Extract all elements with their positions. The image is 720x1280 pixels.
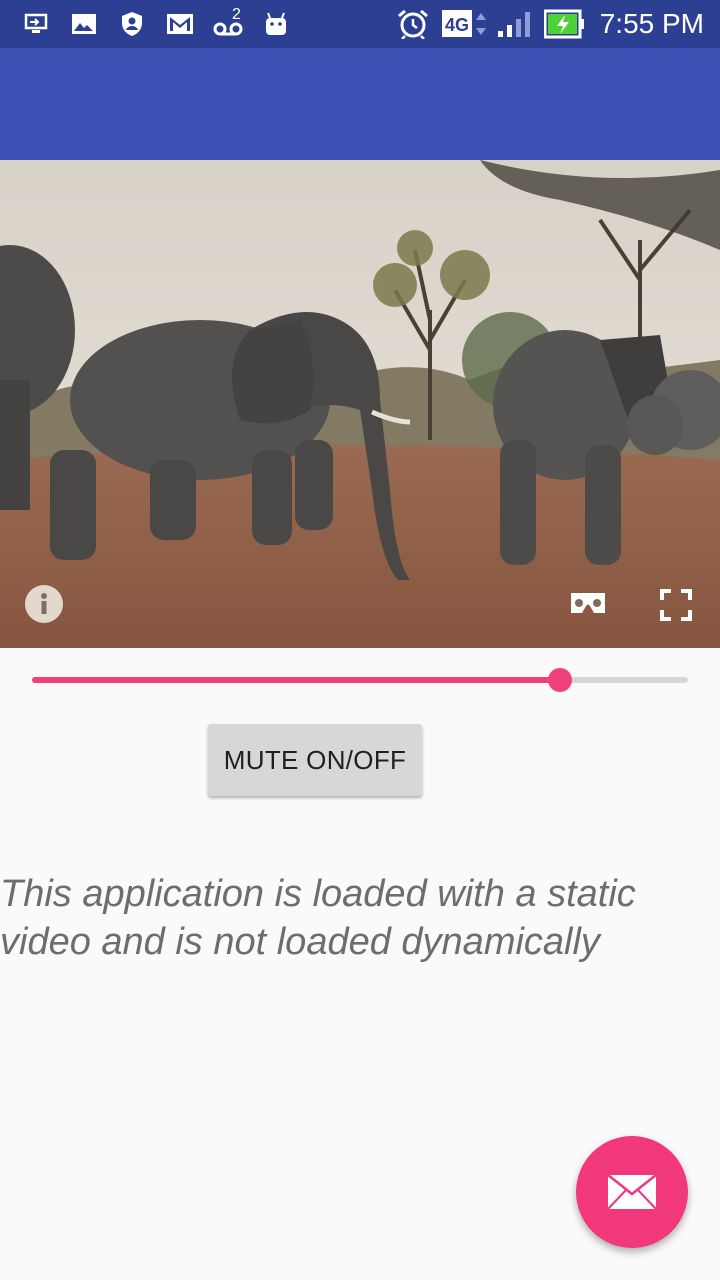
svg-text:4G: 4G <box>445 15 469 35</box>
gmail-icon <box>166 10 194 38</box>
fullscreen-icon <box>660 589 692 621</box>
network-4g-icon: 4G <box>442 10 488 38</box>
video-frame <box>0 160 720 648</box>
fullscreen-button[interactable] <box>658 587 694 623</box>
status-bar: 2 4G 7:55 PM <box>0 0 720 48</box>
cardboard-vr-button[interactable] <box>568 588 608 620</box>
video-player[interactable] <box>0 160 720 648</box>
email-fab[interactable] <box>576 1136 688 1248</box>
alarm-icon <box>396 9 430 39</box>
info-text: This application is loaded with a static… <box>0 873 636 963</box>
info-button[interactable] <box>24 584 64 624</box>
voicemail-icon <box>212 10 248 38</box>
cardboard-vr-icon <box>571 593 605 613</box>
mute-toggle-button[interactable]: MUTE ON/OFF <box>208 724 422 796</box>
android-icon <box>262 10 290 38</box>
app-bar <box>0 48 720 160</box>
account-shield-icon <box>118 10 146 38</box>
seekbar-progress <box>32 677 561 683</box>
mail-icon <box>607 1174 657 1210</box>
video-seekbar[interactable] <box>32 666 688 694</box>
signal-icon <box>496 10 536 38</box>
screen-cast-icon <box>22 10 50 38</box>
clock: 7:55 PM <box>599 8 704 39</box>
info-icon <box>25 585 63 623</box>
voicemail-count: 2 <box>232 6 241 23</box>
battery-charging-icon <box>544 9 586 39</box>
seekbar-thumb[interactable] <box>548 668 573 692</box>
gallery-icon <box>70 10 98 38</box>
